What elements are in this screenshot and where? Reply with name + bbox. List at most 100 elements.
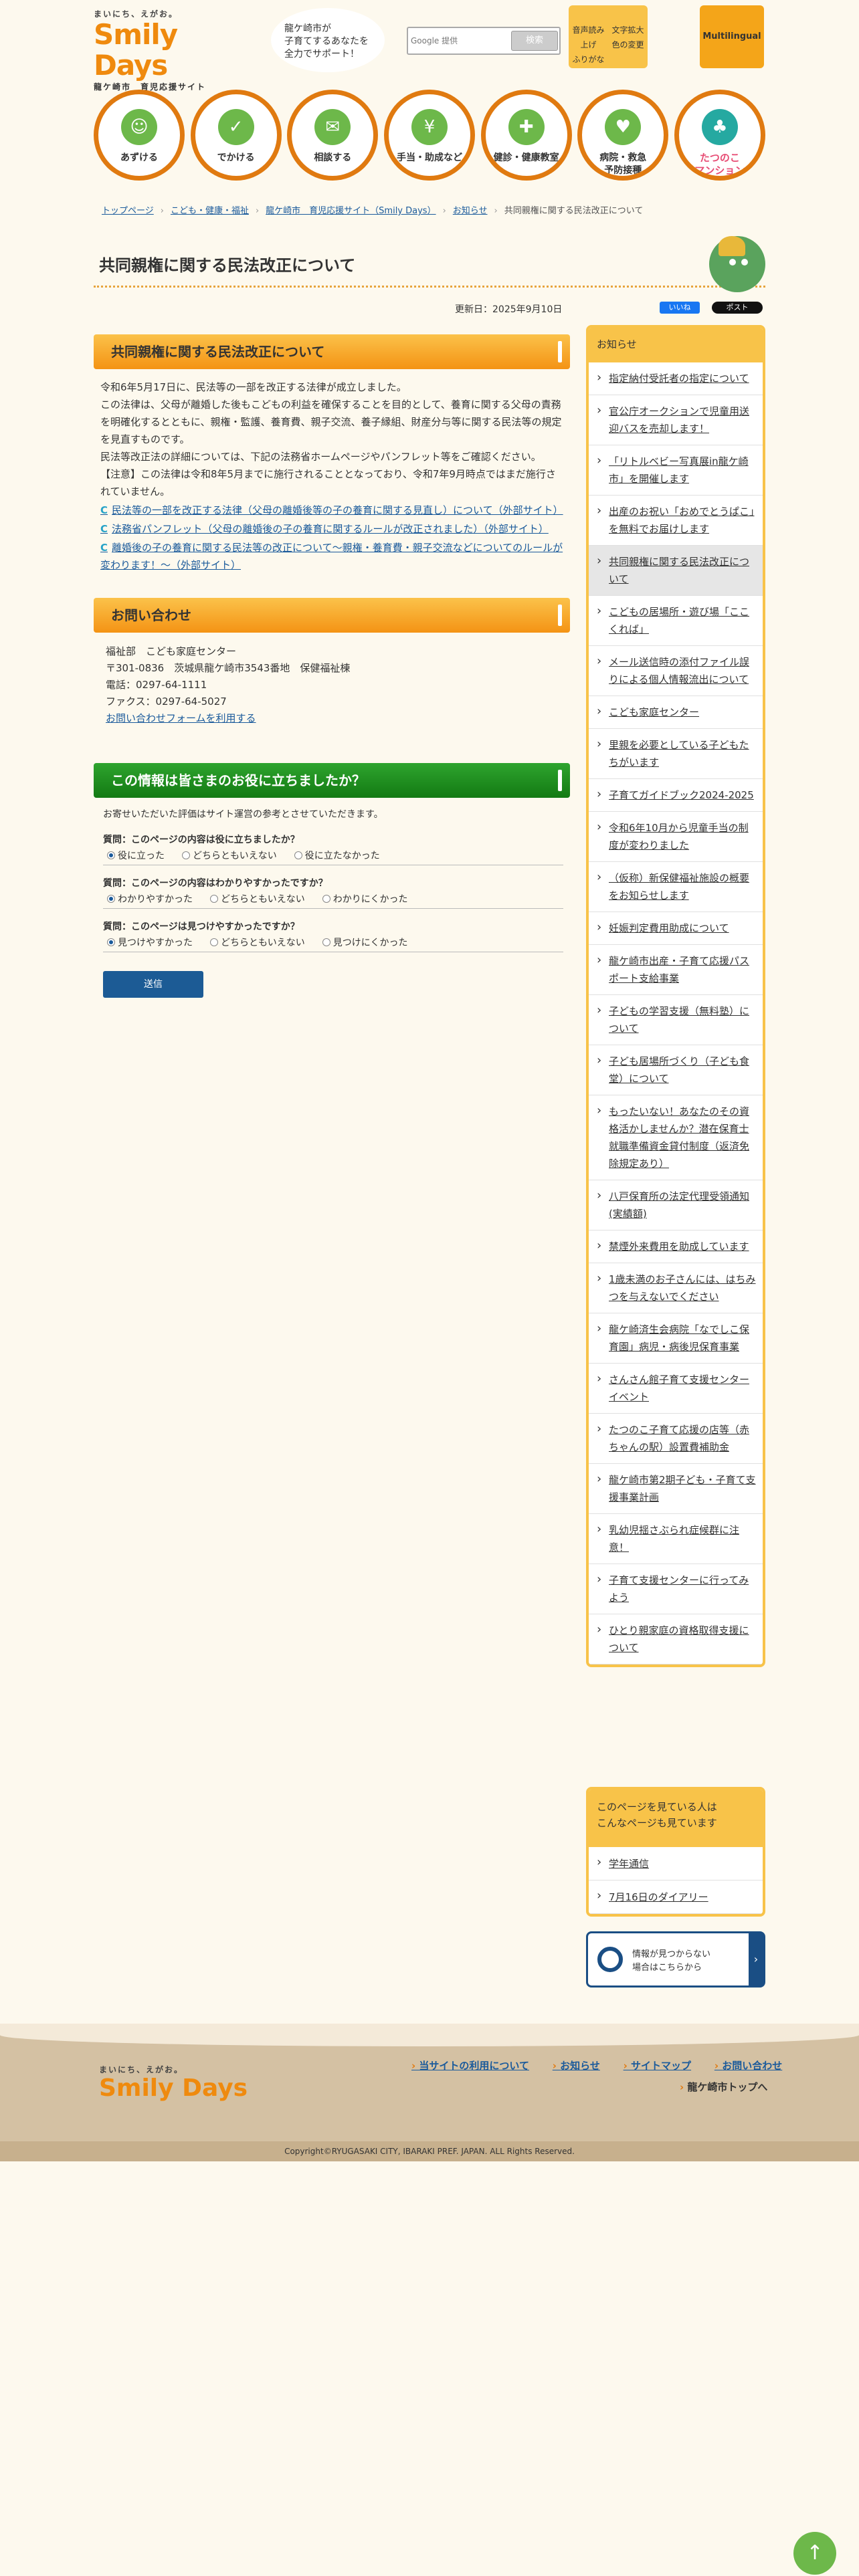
sidebar-item[interactable]: 子育てガイドブック2024-2025 (589, 779, 763, 812)
sidebar-item[interactable]: 龍ケ崎市第2期子ども・子育て支援事業計画 (589, 1464, 763, 1514)
footer-link-sitemap[interactable]: サイトマップ (624, 2060, 691, 2072)
sidebar-item[interactable]: たつのこ子育て応援の店等（赤ちゃんの駅）設置費補助金 (589, 1414, 763, 1464)
sidebar-link[interactable]: こども家庭センター (609, 706, 699, 718)
nav-item-6[interactable]: ♥ 病院・救急 予防接種 (577, 90, 669, 181)
footer-logo[interactable]: まいにち、えがお。 Smily Days (99, 2064, 248, 2102)
sidebar-link[interactable]: 禁煙外来費用を助成しています (609, 1241, 749, 1253)
sidebar-link[interactable]: ひとり親家庭の資格取得支援について (609, 1624, 749, 1654)
sidebar-item[interactable]: 妊娠判定費用助成について (589, 912, 763, 945)
sidebar-link[interactable]: 子ども居場所づくり（子ども食堂）について (609, 1055, 749, 1085)
related-link[interactable]: 7月16日のダイアリー (609, 1891, 708, 1903)
survey-option[interactable]: 役に立たなかった (294, 849, 380, 863)
radio-button[interactable] (322, 895, 330, 903)
sidebar-link[interactable]: 1歳未満のお子さんには、はちみつを与えないでください (609, 1273, 756, 1303)
survey-option[interactable]: 見つけやすかった (107, 936, 193, 950)
radio-button[interactable] (107, 895, 115, 903)
radio-button[interactable] (294, 851, 302, 859)
footer-link-terms[interactable]: 当サイトの利用について (411, 2060, 529, 2072)
sidebar-link[interactable]: 令和6年10月から児童手当の制度が変わりました (609, 822, 749, 851)
sidebar-link[interactable]: 里親を必要としている子どもたちがいます (609, 739, 749, 768)
sidebar-item[interactable]: 官公庁オークションで児童用送迎バスを売却します！ (589, 395, 763, 445)
survey-option[interactable]: 役に立った (107, 849, 165, 863)
sidebar-link[interactable]: こどもの居場所・遊び場「ここくれば」 (609, 606, 749, 635)
survey-option[interactable]: 見つけにくかった (322, 936, 407, 950)
related-item[interactable]: 学年通信 (589, 1847, 763, 1881)
sidebar-item[interactable]: 龍ケ崎済生会病院「なでしこ保育園」病児・病後児保育事業 (589, 1313, 763, 1364)
sidebar-link[interactable]: 龍ケ崎済生会病院「なでしこ保育園」病児・病後児保育事業 (609, 1323, 749, 1353)
sidebar-item[interactable]: メール送信時の添付ファイル誤りによる個人情報流出について (589, 646, 763, 696)
sidebar-link[interactable]: 出産のお祝い「おめでとうぱこ」を無料でお届けします (609, 506, 755, 535)
external-link-pamphlet[interactable]: 法務省パンフレット（父母の離婚後の子の養育に関するルールが改正されました）（外部… (100, 520, 563, 538)
sidebar-item[interactable]: 子育て支援センターに行ってみよう (589, 1564, 763, 1614)
nav-item-1[interactable]: ☺ あずける (94, 90, 185, 181)
sidebar-link[interactable]: （仮称）新保健福祉施設の概要をお知らせします (609, 872, 749, 901)
x-post-button[interactable]: ポスト (712, 302, 763, 314)
breadcrumb-link[interactable]: お知らせ (453, 206, 488, 216)
nav-item-4[interactable]: ¥ 手当・助成など (383, 90, 475, 181)
breadcrumb-link[interactable]: こども・健康・福祉 (171, 206, 249, 216)
radio-button[interactable] (107, 851, 115, 859)
radio-button[interactable] (210, 895, 218, 903)
sidebar-link[interactable]: 共同親権に関する民法改正について (609, 556, 749, 585)
radio-button[interactable] (107, 938, 115, 946)
sidebar-link[interactable]: 乳幼児揺さぶられ症候群に注意！ (609, 1524, 739, 1553)
survey-option[interactable]: わかりやすかった (107, 892, 193, 907)
sidebar-link[interactable]: 子育て支援センターに行ってみよう (609, 1574, 749, 1604)
contact-form-link[interactable]: お問い合わせフォームを利用する (106, 712, 256, 724)
sidebar-link[interactable]: 龍ケ崎市第2期子ども・子育て支援事業計画 (609, 1474, 756, 1503)
footer-link-news[interactable]: お知らせ (553, 2060, 600, 2072)
related-link[interactable]: 学年通信 (609, 1858, 649, 1870)
sidebar-link[interactable]: さんさん館子育て支援センターイベント (609, 1374, 749, 1403)
search-box[interactable]: Google 提供 検索 (407, 27, 561, 55)
multilingual-button[interactable]: Multilingual (700, 5, 764, 68)
text-size-color-button[interactable]: 文字拡大 色の変更 (608, 5, 648, 68)
facebook-like-button[interactable]: いいね (660, 302, 700, 314)
nav-item-5[interactable]: ✚ 健診・健康教室 (480, 90, 572, 181)
nav-item-7[interactable]: ♣ たつのこ マンション (674, 90, 765, 181)
survey-option[interactable]: わかりにくかった (322, 892, 407, 907)
sidebar-item[interactable]: ひとり親家庭の資格取得支援について (589, 1614, 763, 1665)
nav-item-3[interactable]: ✉ 相談する (287, 90, 379, 181)
voice-furigana-button[interactable]: 音声読み上げ ふりがな (569, 5, 608, 68)
sidebar-item[interactable]: 龍ケ崎市出産・子育て応援パスポート支給事業 (589, 945, 763, 995)
sidebar-item[interactable]: もったいない！あなたのその資格活かしませんか？潜在保育士就職準備資金貸付制度（返… (589, 1095, 763, 1180)
sidebar-item[interactable]: （仮称）新保健福祉施設の概要をお知らせします (589, 862, 763, 912)
sidebar-item[interactable]: 禁煙外来費用を助成しています (589, 1230, 763, 1263)
city-top-link[interactable]: 龍ケ崎市トップへ (680, 2080, 767, 2094)
external-link-rules[interactable]: 離婚後の子の養育に関する民法等の改正について～親権・養育費・親子交流などについて… (100, 539, 563, 574)
survey-option[interactable]: どちらともいえない (182, 849, 277, 863)
sidebar-item[interactable]: 八戸保育所の法定代理受領通知(実績額) (589, 1180, 763, 1230)
sidebar-item[interactable]: 乳幼児揺さぶられ症候群に注意！ (589, 1514, 763, 1564)
sidebar-link[interactable]: 八戸保育所の法定代理受領通知(実績額) (609, 1190, 749, 1220)
sidebar-link[interactable]: 官公庁オークションで児童用送迎バスを売却します！ (609, 405, 749, 435)
sidebar-item[interactable]: 「リトルベビー写真展in龍ケ崎市」を開催します (589, 445, 763, 496)
sidebar-item[interactable]: 指定納付受託者の指定について (589, 362, 763, 395)
related-item[interactable]: 7月16日のダイアリー (589, 1881, 763, 1914)
sidebar-link[interactable]: 子どもの学習支援（無料塾）について (609, 1005, 749, 1035)
nav-item-2[interactable]: ✓ でかける (190, 90, 282, 181)
sidebar-link[interactable]: 龍ケ崎市出産・子育て応援パスポート支給事業 (609, 955, 749, 984)
sidebar-link[interactable]: 「リトルベビー写真展in龍ケ崎市」を開催します (609, 455, 749, 485)
sidebar-link[interactable]: 子育てガイドブック2024-2025 (609, 789, 754, 801)
sidebar-item[interactable]: さんさん館子育て支援センターイベント (589, 1364, 763, 1414)
not-found-banner[interactable]: 情報が見つからない 場合はこちらから › (586, 1931, 765, 1988)
radio-button[interactable] (210, 938, 218, 946)
sidebar-item[interactable]: 令和6年10月から児童手当の制度が変わりました (589, 812, 763, 862)
sidebar-link[interactable]: 妊娠判定費用助成について (609, 922, 729, 934)
sidebar-link[interactable]: 指定納付受託者の指定について (609, 372, 749, 385)
back-to-top-button[interactable]: ↑ (793, 2532, 836, 2575)
sidebar-item[interactable]: 1歳未満のお子さんには、はちみつを与えないでください (589, 1263, 763, 1313)
sidebar-link[interactable]: メール送信時の添付ファイル誤りによる個人情報流出について (609, 656, 749, 685)
sidebar-item[interactable]: こどもの居場所・遊び場「ここくれば」 (589, 596, 763, 646)
breadcrumb-link[interactable]: トップページ (102, 206, 154, 216)
search-button[interactable]: 検索 (511, 31, 558, 51)
footer-link-contact[interactable]: お問い合わせ (714, 2060, 782, 2072)
sidebar-item[interactable]: 共同親権に関する民法改正について (589, 546, 763, 596)
sidebar-link[interactable]: たつのこ子育て応援の店等（赤ちゃんの駅）設置費補助金 (609, 1424, 749, 1453)
radio-button[interactable] (322, 938, 330, 946)
breadcrumb-link[interactable]: 龍ケ崎市 育児応援サイト（Smily Days） (266, 206, 436, 216)
site-logo[interactable]: まいにち、えがお。 Smily Days 龍ケ崎市 育児応援サイト (94, 8, 258, 92)
radio-button[interactable] (182, 851, 190, 859)
survey-option[interactable]: どちらともいえない (210, 936, 305, 950)
sidebar-link[interactable]: もったいない！あなたのその資格活かしませんか？潜在保育士就職準備資金貸付制度（返… (609, 1105, 749, 1170)
